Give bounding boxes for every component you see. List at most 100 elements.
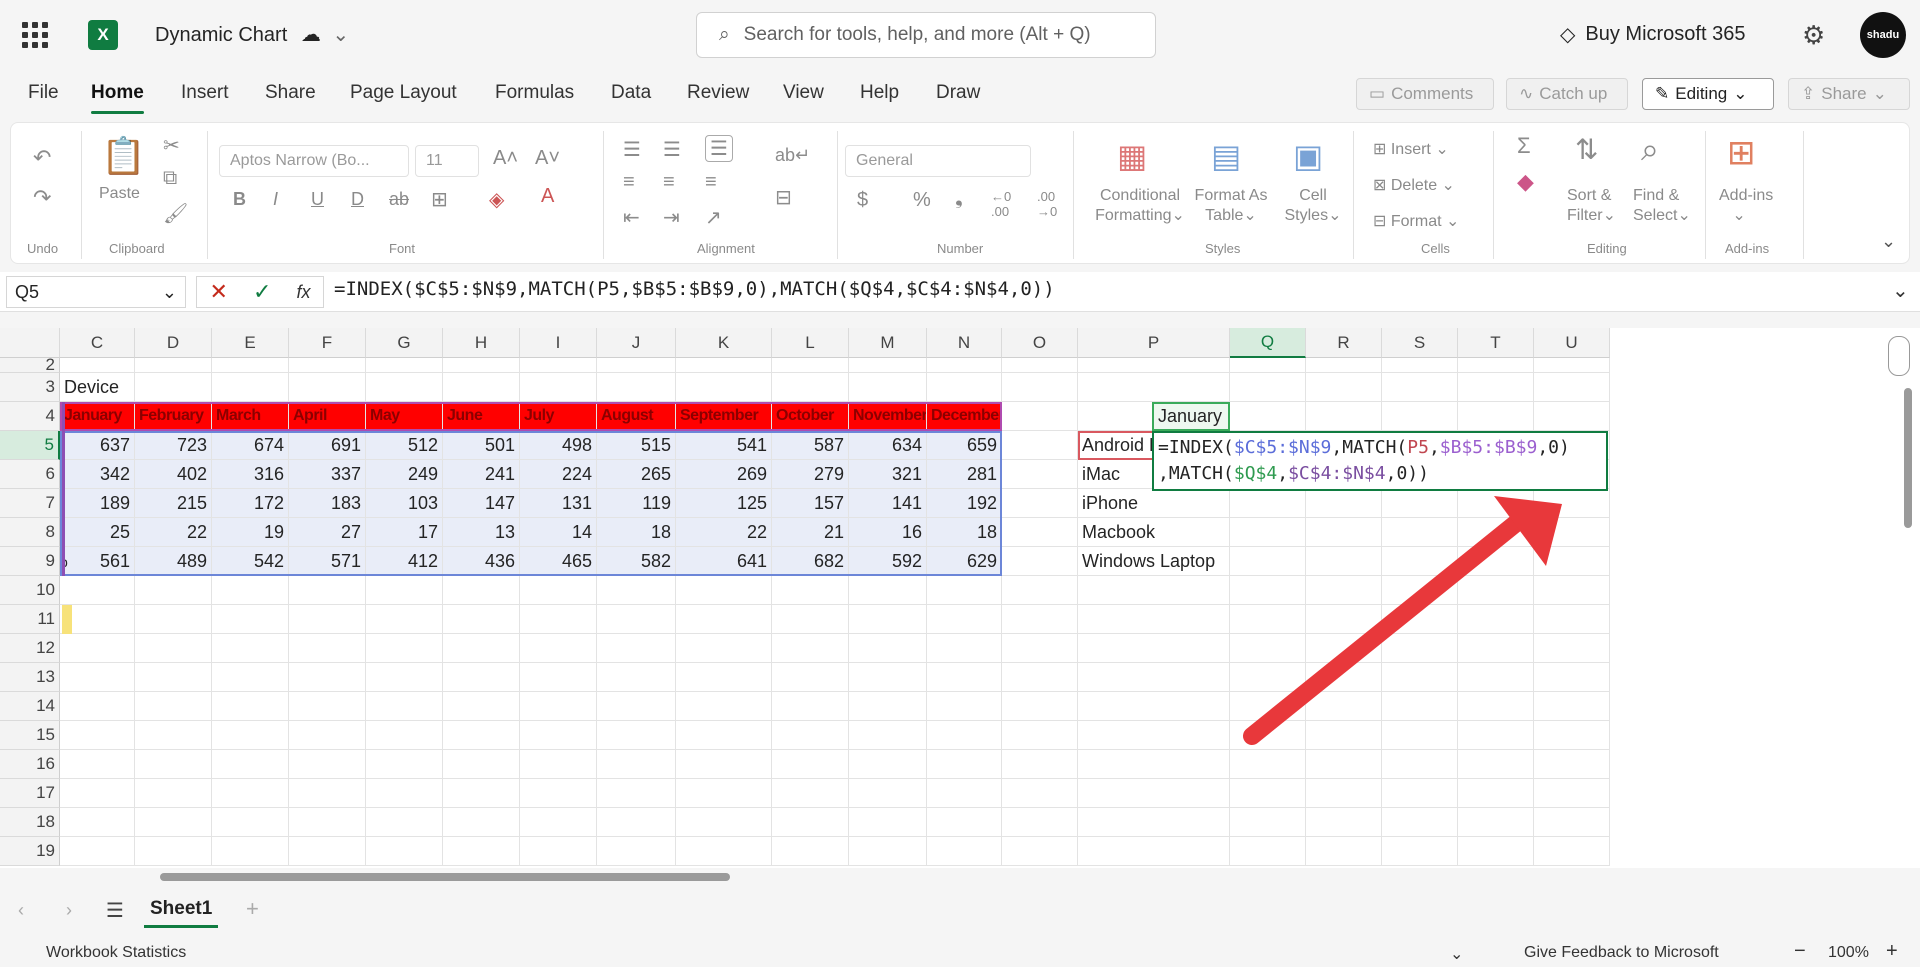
bold-icon[interactable]: B	[233, 189, 246, 210]
increase-indent-icon[interactable]: ⇥	[663, 205, 680, 230]
redo-icon[interactable]: ↷	[33, 185, 51, 211]
formula-input[interactable]: =INDEX($C$5:$N$9,MATCH(P5,$B$5:$B$9,0),M…	[334, 278, 1055, 300]
format-table-line2: Table	[1205, 207, 1244, 224]
currency-icon[interactable]: $	[857, 189, 868, 212]
orientation-icon[interactable]: ↗	[705, 205, 722, 230]
add-ins-icon[interactable]: ⊞	[1727, 133, 1756, 173]
font-size-dropdown[interactable]: 11	[415, 145, 479, 177]
app-launcher-icon[interactable]	[22, 22, 48, 48]
tab-review[interactable]: Review	[687, 82, 749, 104]
format-painter-icon[interactable]: 🖌	[163, 201, 188, 226]
comments-button[interactable]: ▭ Comments	[1356, 78, 1494, 110]
add-sheet-icon[interactable]: +	[246, 896, 259, 922]
decrease-indent-icon[interactable]: ⇤	[623, 205, 640, 230]
tab-page-layout[interactable]: Page Layout	[350, 82, 457, 104]
font-name-value: Aptos Narrow (Bo...	[230, 152, 370, 169]
scrollbar-thumb[interactable]	[160, 873, 730, 881]
avatar[interactable]: shadu	[1860, 12, 1906, 58]
spreadsheet-grid[interactable]: C D E F G H I J K L M N O P Q R S T U 2 3 4 5 6 7 8 9 10 11 12 13 14 15 1…	[0, 328, 1920, 868]
status-chevron-icon[interactable]: ⌄	[1450, 944, 1463, 964]
confirm-icon[interactable]: ✓	[253, 279, 271, 305]
format-cells-button[interactable]: ⊟ Format ⌄	[1373, 211, 1459, 231]
font-color-icon[interactable]: A	[541, 185, 554, 208]
next-sheet-icon[interactable]: ›	[66, 900, 72, 921]
increase-decimal-icon[interactable]: ←0.00	[991, 189, 1011, 219]
horizontal-scrollbar[interactable]	[68, 870, 1898, 884]
zoom-in-icon[interactable]: +	[1886, 940, 1898, 963]
divider	[1353, 131, 1354, 259]
clear-icon[interactable]: ◆	[1517, 169, 1534, 195]
delete-cells-button[interactable]: ⊠ Delete ⌄	[1373, 175, 1455, 195]
align-right-icon[interactable]: ≡	[705, 171, 717, 194]
paste-icon[interactable]: 📋	[101, 135, 146, 177]
copy-icon[interactable]: ⧉	[163, 167, 177, 190]
insert-function-icon[interactable]: fx	[296, 282, 310, 303]
percent-icon[interactable]: %	[913, 189, 931, 212]
format-cells-icon: ⊟	[1373, 213, 1387, 230]
tab-share[interactable]: Share	[265, 82, 316, 104]
gear-icon[interactable]: ⚙	[1802, 20, 1825, 51]
previous-sheet-icon[interactable]: ‹	[18, 900, 24, 921]
align-center-icon[interactable]: ≡	[663, 171, 675, 194]
delete-cells-icon: ⊠	[1373, 177, 1387, 194]
sort-line2: Filter	[1567, 207, 1603, 224]
name-box[interactable]: Q5 ⌄	[6, 276, 186, 308]
increase-font-icon[interactable]: A˄	[493, 147, 518, 170]
italic-icon[interactable]: I	[273, 189, 278, 210]
workbook-statistics-button[interactable]: Workbook Statistics	[46, 944, 186, 962]
tab-draw[interactable]: Draw	[936, 82, 980, 104]
insert-cells-button[interactable]: ⊞ Insert ⌄	[1373, 139, 1449, 159]
catch-up-button[interactable]: ∿ Catch up	[1506, 78, 1628, 110]
strikethrough-icon[interactable]: ab	[389, 189, 409, 210]
comma-style-icon[interactable]: ❟	[955, 187, 963, 210]
cancel-icon[interactable]: ✕	[210, 279, 228, 305]
all-sheets-menu-icon[interactable]: ☰	[106, 898, 124, 923]
number-format-dropdown[interactable]: General	[845, 145, 1031, 177]
tab-data[interactable]: Data	[611, 82, 651, 104]
zoom-out-icon[interactable]: −	[1794, 940, 1806, 963]
find-select-button[interactable]: Find & Select⌄	[1633, 187, 1691, 225]
search-input[interactable]: ⌕ Search for tools, help, and more (Alt …	[696, 12, 1156, 58]
decrease-font-icon[interactable]: A˅	[535, 147, 560, 170]
font-name-dropdown[interactable]: Aptos Narrow (Bo...	[219, 145, 409, 177]
fill-color-icon[interactable]: ◈	[489, 187, 504, 212]
tab-help[interactable]: Help	[860, 82, 899, 104]
format-as-table-icon[interactable]: ▤	[1211, 137, 1241, 175]
merge-cells-icon[interactable]: ⊟	[775, 185, 792, 210]
undo-icon[interactable]: ↶	[33, 145, 51, 171]
share-button[interactable]: ⇪ Share ⌄	[1788, 78, 1910, 110]
align-bottom-icon[interactable]: ☰	[705, 135, 733, 162]
cut-icon[interactable]: ✂	[163, 133, 180, 158]
conditional-formatting-button[interactable]: Conditional Formatting⌄	[1095, 187, 1185, 225]
tab-insert[interactable]: Insert	[181, 82, 229, 104]
zoom-level[interactable]: 100%	[1828, 944, 1869, 962]
align-middle-icon[interactable]: ☰	[663, 137, 681, 162]
sort-filter-icon[interactable]: ⇅	[1575, 133, 1598, 166]
double-underline-icon[interactable]: D	[351, 189, 364, 210]
format-as-table-button[interactable]: Format As Table⌄	[1191, 187, 1271, 225]
add-ins-button[interactable]: Add-ins ⌄	[1719, 187, 1773, 225]
decrease-decimal-icon[interactable]: .00 →0	[1037, 189, 1057, 219]
tab-file[interactable]: File	[28, 82, 59, 104]
align-top-icon[interactable]: ☰	[623, 137, 641, 162]
autosum-icon[interactable]: Σ	[1517, 133, 1531, 159]
editing-mode-button[interactable]: ✎ Editing ⌄	[1642, 78, 1774, 110]
sort-filter-button[interactable]: Sort & Filter⌄	[1567, 187, 1616, 225]
align-left-icon[interactable]: ≡	[623, 171, 635, 194]
expand-formula-bar-icon[interactable]: ⌄	[1892, 278, 1909, 303]
borders-icon[interactable]: ⊞	[431, 187, 448, 212]
tab-home[interactable]: Home	[91, 82, 144, 114]
conditional-formatting-icon[interactable]: ▦	[1117, 137, 1147, 175]
ribbon-expand-chevron-icon[interactable]: ⌄	[1881, 231, 1896, 252]
find-select-icon[interactable]: ⌕	[1641, 131, 1659, 169]
underline-icon[interactable]: U	[311, 189, 324, 210]
document-title[interactable]: Dynamic Chart ☁ ⌄	[155, 22, 349, 47]
buy-microsoft-365-button[interactable]: ◇ Buy Microsoft 365	[1560, 22, 1745, 47]
tab-view[interactable]: View	[783, 82, 824, 104]
feedback-link[interactable]: Give Feedback to Microsoft	[1524, 944, 1719, 962]
cell-styles-icon[interactable]: ▣	[1293, 137, 1323, 175]
tab-formulas[interactable]: Formulas	[495, 82, 574, 104]
cell-styles-button[interactable]: Cell Styles⌄	[1283, 187, 1343, 225]
sheet-tab-sheet1[interactable]: Sheet1	[143, 898, 219, 928]
wrap-text-icon[interactable]: ab↵	[775, 145, 810, 166]
